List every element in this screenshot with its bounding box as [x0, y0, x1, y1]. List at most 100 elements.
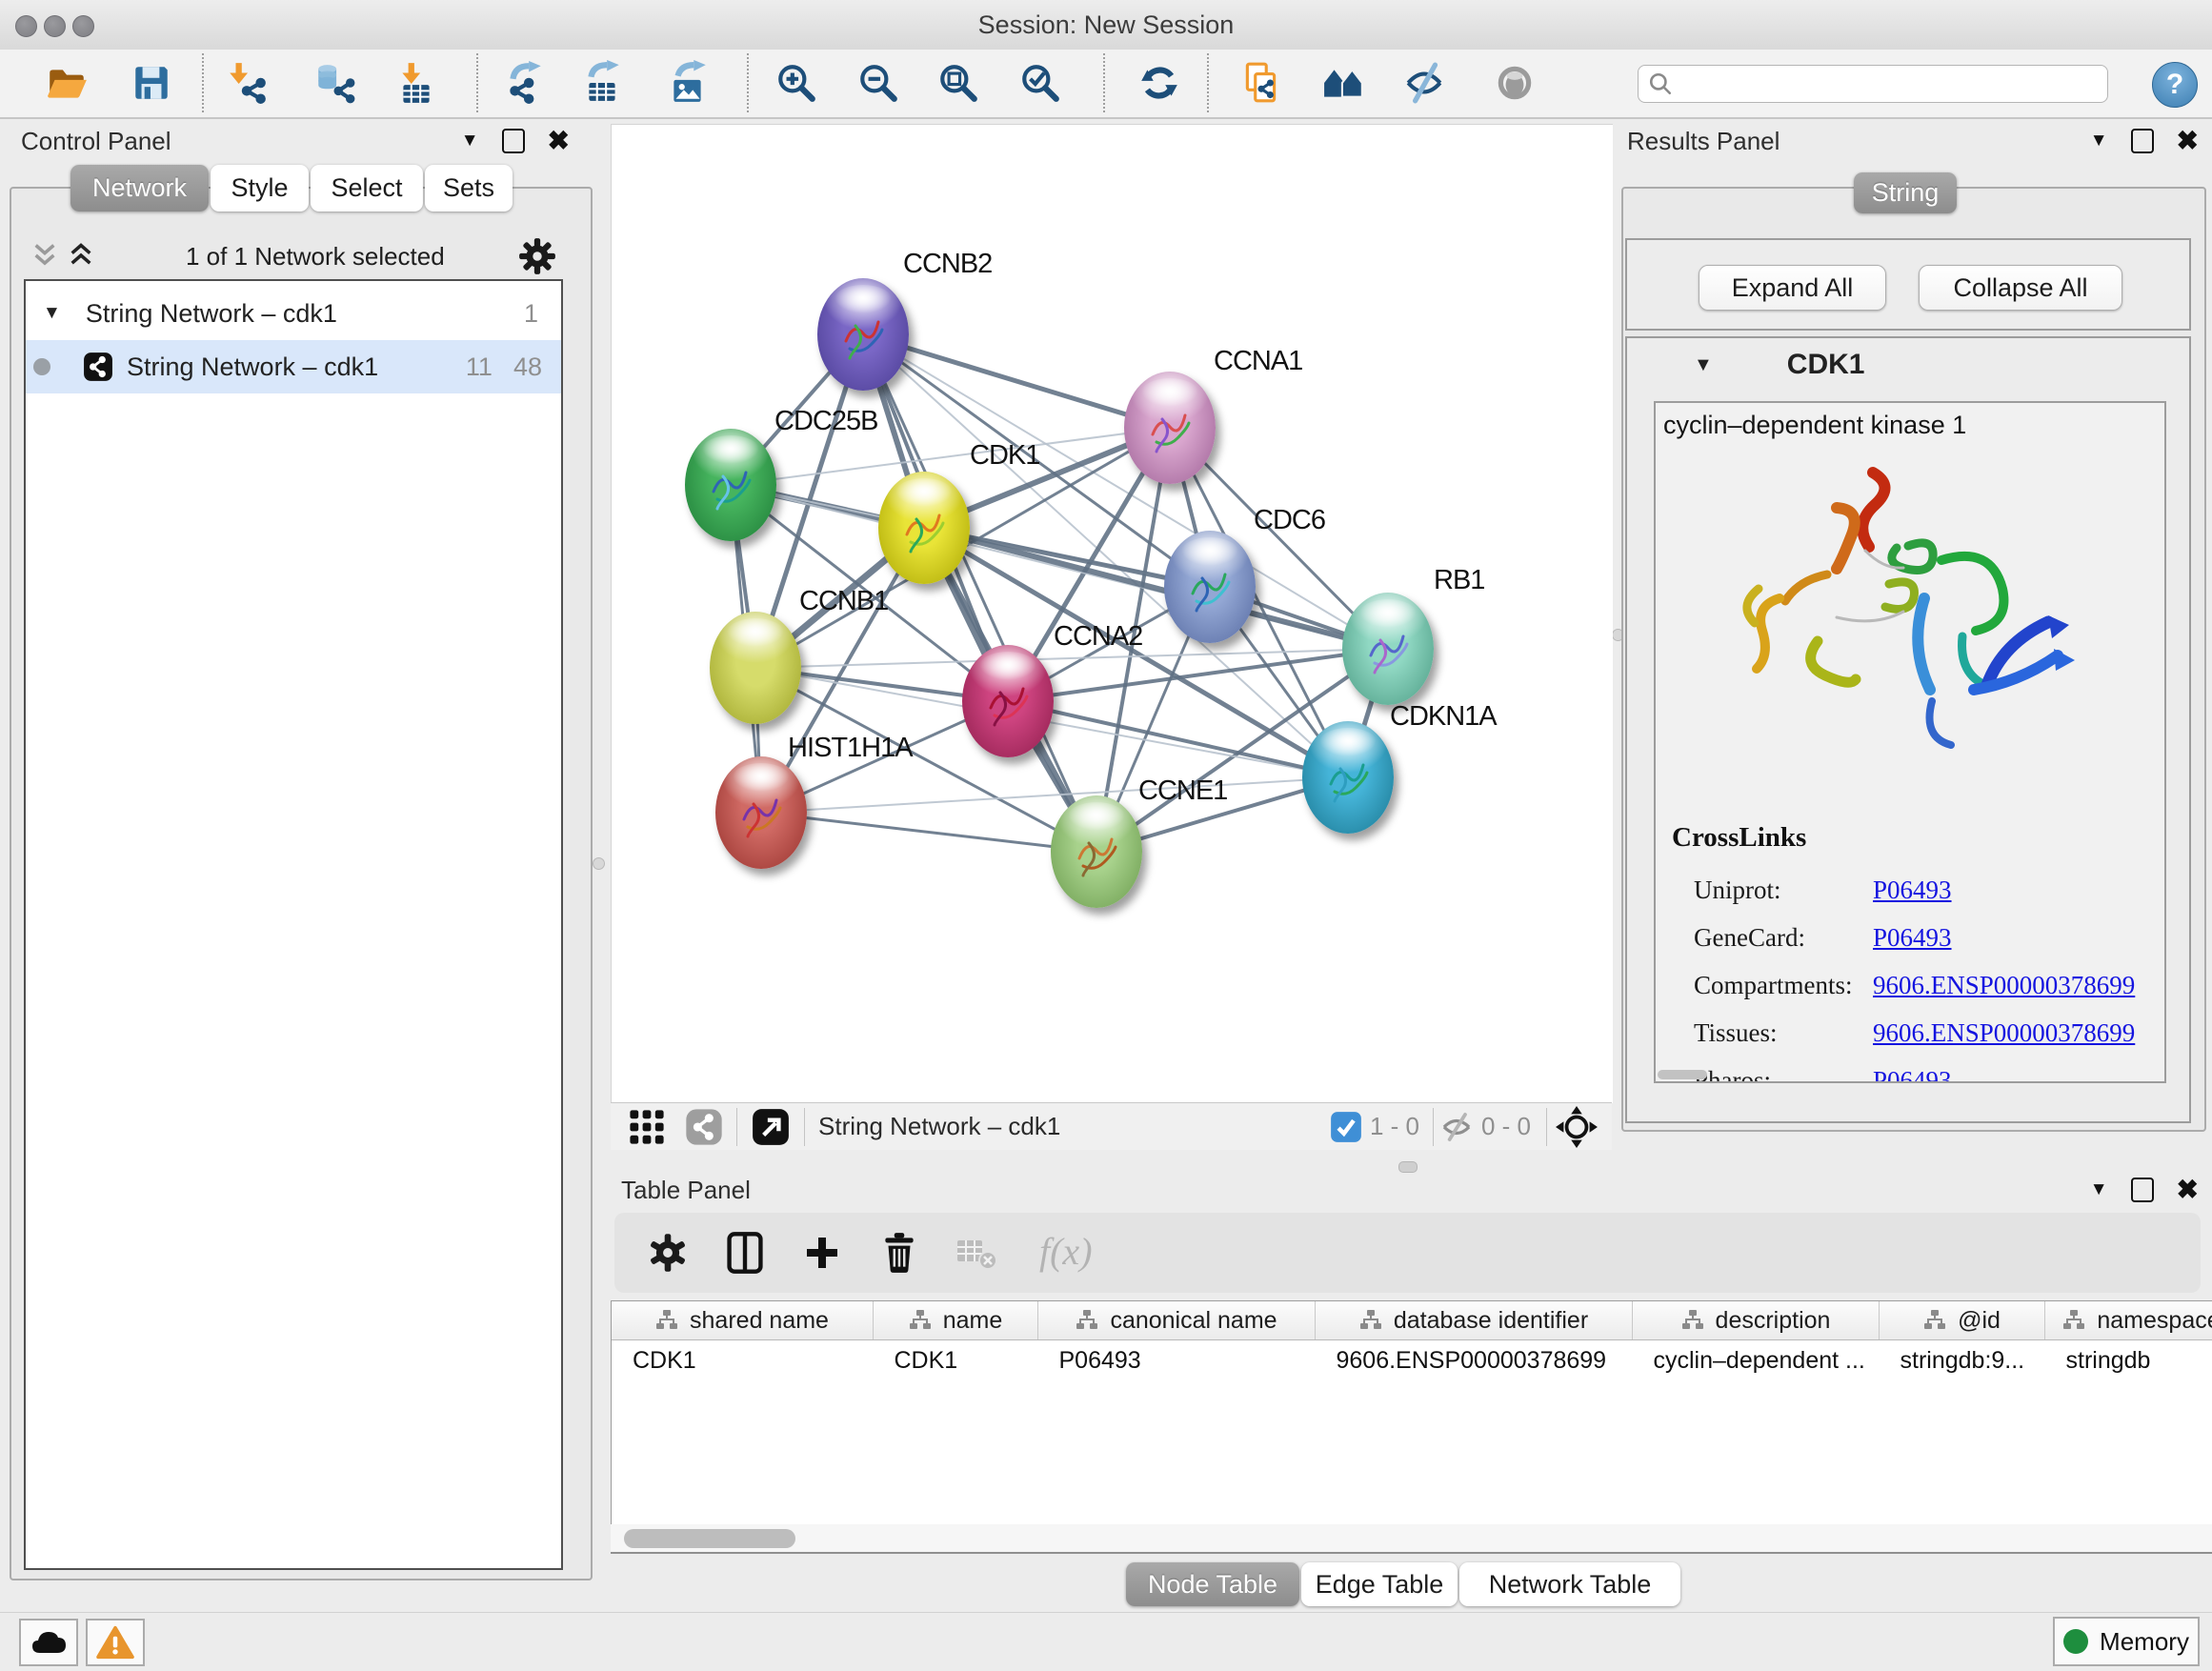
help-button[interactable]: ? [2152, 62, 2198, 108]
search-field[interactable] [1638, 65, 2108, 103]
table-row[interactable]: CDK1CDK1P064939606.ENSP00000378699cyclin… [612, 1340, 2212, 1381]
expand-all-icon[interactable] [68, 240, 94, 271]
node-cdc25b[interactable] [685, 429, 776, 541]
crosslink-link[interactable]: P06493 [1873, 923, 1952, 953]
network-edge[interactable] [761, 813, 1096, 852]
horizontal-splitter-handle[interactable] [1398, 1161, 1418, 1173]
network-view-icon[interactable] [685, 1108, 723, 1146]
table-hscrollbar[interactable] [611, 1524, 2212, 1553]
crosslink-link[interactable]: P06493 [1873, 876, 1952, 905]
collapse-panel-icon[interactable]: ▼ [2090, 1179, 2108, 1200]
node-ccnb1[interactable] [710, 612, 801, 724]
crosslink-link[interactable]: P06493 [1873, 1066, 1952, 1084]
selected-checkbox-icon[interactable] [1330, 1111, 1362, 1143]
node-hist1h1a[interactable] [715, 756, 807, 869]
network-edge[interactable] [863, 334, 1096, 852]
add-column-icon[interactable] [801, 1232, 843, 1274]
node-ccnb2[interactable] [817, 278, 909, 391]
table-cell[interactable]: stringdb:9... [1880, 1340, 2045, 1381]
detach-view-icon[interactable] [751, 1107, 791, 1147]
results-hscrollbar[interactable] [1658, 1070, 1707, 1079]
zoom-fit-button[interactable] [931, 55, 986, 111]
delete-column-icon[interactable] [879, 1231, 919, 1275]
column-header-canonical-name[interactable]: canonical name [1038, 1301, 1316, 1340]
save-session-button[interactable] [124, 55, 179, 111]
show-all-button[interactable] [1487, 55, 1542, 111]
tab-edge-table[interactable]: Edge Table [1301, 1562, 1458, 1606]
node-cdkn1a[interactable] [1302, 721, 1394, 834]
import-table-button[interactable] [389, 55, 444, 111]
entry-collapse-icon[interactable]: ▼ [1694, 354, 1713, 376]
close-panel-icon[interactable]: ✖ [548, 128, 570, 154]
search-input[interactable] [1673, 70, 2107, 98]
network-canvas[interactable]: CCNB2CCNA1CDC25BCDK1CDC6RB1CCNB1CCNA2CDK… [611, 124, 1613, 1103]
network-collection-row[interactable]: ▼ String Network – cdk1 1 [26, 287, 561, 340]
export-network-button[interactable] [497, 55, 553, 111]
table-cell[interactable]: CDK1 [874, 1340, 1038, 1381]
node-ccna2[interactable] [962, 645, 1054, 757]
network-edge[interactable] [863, 334, 1170, 428]
warning-status-button[interactable] [86, 1619, 145, 1666]
tab-node-table[interactable]: Node Table [1126, 1562, 1299, 1606]
collapse-all-icon[interactable] [31, 240, 58, 271]
crosslink-link[interactable]: 9606.ENSP00000378699 [1873, 971, 2135, 1000]
open-session-button[interactable] [39, 55, 94, 111]
network-row[interactable]: String Network – cdk1 11 48 [26, 340, 561, 393]
float-panel-icon[interactable] [502, 129, 525, 153]
tree-expand-icon[interactable]: ▼ [43, 303, 61, 324]
close-panel-icon[interactable]: ✖ [2177, 1177, 2199, 1203]
collapse-panel-icon[interactable]: ▼ [2090, 131, 2108, 151]
refresh-layout-button[interactable] [1132, 55, 1187, 111]
import-network-database-button[interactable] [307, 55, 362, 111]
memory-button[interactable]: Memory [2053, 1617, 2200, 1666]
left-splitter-handle[interactable] [593, 857, 605, 870]
column-header-name[interactable]: name [874, 1301, 1038, 1340]
float-panel-icon[interactable] [2131, 1178, 2154, 1202]
column-header-namespace[interactable]: namespace [2045, 1301, 2212, 1340]
expand-all-button[interactable]: Expand All [1699, 265, 1886, 311]
zoom-in-button[interactable] [769, 55, 824, 111]
tab-network[interactable]: Network [70, 165, 209, 211]
column-header-description[interactable]: description [1633, 1301, 1880, 1340]
table-settings-gear-icon[interactable] [647, 1232, 689, 1274]
column-header--id[interactable]: @id [1880, 1301, 2045, 1340]
table-cell[interactable]: CDK1 [612, 1340, 874, 1381]
table-cell[interactable]: stringdb [2045, 1340, 2212, 1381]
tab-sets[interactable]: Sets [425, 165, 513, 211]
tab-network-table[interactable]: Network Table [1459, 1562, 1680, 1606]
tab-string[interactable]: String [1854, 172, 1957, 213]
tab-style[interactable]: Style [211, 165, 309, 211]
node-cdc6[interactable] [1164, 531, 1256, 643]
float-panel-icon[interactable] [2131, 129, 2154, 153]
export-table-button[interactable] [575, 55, 631, 111]
network-edge[interactable] [1008, 649, 1388, 701]
zoom-out-button[interactable] [851, 55, 906, 111]
table-cell[interactable]: cyclin–dependent ... [1633, 1340, 1880, 1381]
zoom-selected-button[interactable] [1013, 55, 1068, 111]
column-header-database-identifier[interactable]: database identifier [1316, 1301, 1633, 1340]
birdseye-icon[interactable] [1555, 1105, 1599, 1149]
show-columns-icon[interactable] [725, 1231, 765, 1275]
first-neighbors-button[interactable] [1317, 55, 1372, 111]
node-cdk1[interactable] [878, 472, 970, 584]
table-cell[interactable]: P06493 [1038, 1340, 1316, 1381]
cloud-status-button[interactable] [19, 1619, 78, 1666]
gear-icon[interactable] [517, 236, 557, 276]
hide-selected-button[interactable] [1397, 55, 1452, 111]
import-network-file-button[interactable] [219, 55, 274, 111]
table-cell[interactable]: 9606.ENSP00000378699 [1316, 1340, 1633, 1381]
node-rb1[interactable] [1342, 593, 1434, 705]
export-table-icon [581, 60, 625, 106]
table-hscrollbar-thumb[interactable] [624, 1529, 795, 1548]
export-image-button[interactable] [660, 55, 715, 111]
tab-select[interactable]: Select [311, 165, 423, 211]
close-panel-icon[interactable]: ✖ [2177, 128, 2199, 154]
new-network-from-selection-button[interactable] [1234, 55, 1289, 111]
collapse-all-button[interactable]: Collapse All [1919, 265, 2122, 311]
node-ccna1[interactable] [1124, 372, 1216, 484]
grid-view-icon[interactable] [626, 1106, 668, 1148]
column-header-shared-name[interactable]: shared name [612, 1301, 874, 1340]
crosslink-link[interactable]: 9606.ENSP00000378699 [1873, 1018, 2135, 1048]
node-ccne1[interactable] [1051, 795, 1142, 908]
collapse-panel-icon[interactable]: ▼ [461, 131, 479, 151]
